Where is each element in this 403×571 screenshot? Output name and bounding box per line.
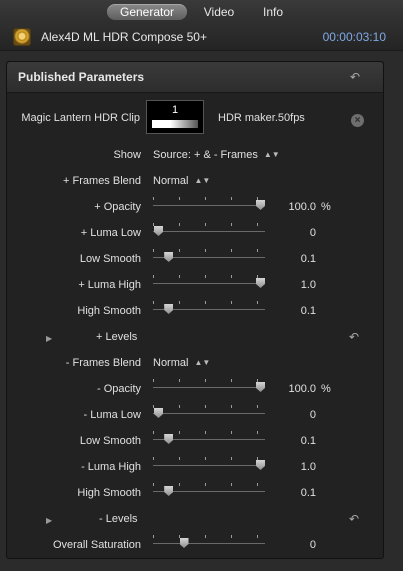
minus-opacity-unit: % <box>321 383 331 395</box>
tab-generator[interactable]: Generator <box>107 4 187 20</box>
clip-name: HDR maker.50fps <box>218 112 305 124</box>
minus-high-smooth-label: High Smooth <box>77 487 141 499</box>
reset-icon[interactable]: ↶ <box>350 71 362 83</box>
plus-luma-low-value[interactable]: 0 <box>266 227 316 239</box>
tab-info[interactable]: Info <box>253 4 293 20</box>
show-popup-value: Source: + & - Frames <box>153 149 258 161</box>
minus-high-smooth-slider[interactable] <box>153 483 265 496</box>
minus-frames-blend-value: Normal <box>153 357 189 369</box>
plus-luma-low-label: + Luma Low <box>80 227 141 239</box>
minus-opacity-value[interactable]: 100.0 <box>266 383 316 395</box>
inspector-header: Alex4D ML HDR Compose 50+ 00:00:03:10 <box>0 24 403 51</box>
slider-knob[interactable] <box>256 460 265 470</box>
popup-arrows-icon: ▲▼ <box>194 176 211 185</box>
plus-luma-high-slider[interactable] <box>153 275 265 288</box>
reset-icon[interactable]: ↶ <box>349 331 361 343</box>
plus-high-smooth-label: High Smooth <box>77 305 141 317</box>
minus-luma-low-slider[interactable] <box>153 405 265 418</box>
minus-luma-high-label: - Luma High <box>81 461 141 473</box>
slider-knob[interactable] <box>164 304 174 314</box>
plus-high-smooth-slider[interactable] <box>153 301 265 314</box>
plus-levels-group[interactable]: + Levels <box>96 331 137 343</box>
popup-arrows-icon: ▲▼ <box>263 150 280 159</box>
slider-knob[interactable] <box>154 408 163 418</box>
plus-opacity-value[interactable]: 100.0 <box>266 201 316 213</box>
minus-levels-group[interactable]: - Levels <box>99 513 138 525</box>
generator-icon <box>13 28 31 46</box>
show-label: Show <box>113 149 141 161</box>
timecode: 00:00:03:10 <box>322 30 386 44</box>
plus-frames-blend-label: + Frames Blend <box>63 175 141 187</box>
slider-knob[interactable] <box>179 538 189 548</box>
disclosure-triangle-icon[interactable]: ▶ <box>46 334 52 343</box>
show-popup[interactable]: Source: + & - Frames ▲▼ <box>153 149 280 161</box>
overall-saturation-slider[interactable] <box>153 535 265 548</box>
minus-frames-blend-label: - Frames Blend <box>65 357 141 369</box>
plus-opacity-unit: % <box>321 201 331 213</box>
minus-frames-blend-popup[interactable]: Normal ▲▼ <box>153 357 210 369</box>
minus-opacity-label: - Opacity <box>96 383 141 395</box>
plus-opacity-slider[interactable] <box>153 197 265 210</box>
plus-frames-blend-popup[interactable]: Normal ▲▼ <box>153 175 210 187</box>
panel-title: Published Parameters <box>18 70 145 84</box>
plus-low-smooth-value[interactable]: 0.1 <box>266 253 316 265</box>
inspector-tab-bar: Generator Video Info <box>0 0 403 24</box>
plus-luma-high-label: + Luma High <box>78 279 141 291</box>
slider-knob[interactable] <box>164 486 174 496</box>
slider-knob[interactable] <box>154 226 163 236</box>
minus-low-smooth-slider[interactable] <box>153 431 265 444</box>
minus-luma-low-value[interactable]: 0 <box>266 409 316 421</box>
slider-knob[interactable] <box>256 278 265 288</box>
minus-low-smooth-value[interactable]: 0.1 <box>266 435 316 447</box>
popup-arrows-icon: ▲▼ <box>194 358 211 367</box>
reset-icon[interactable]: ↶ <box>349 513 361 525</box>
minus-high-smooth-value[interactable]: 0.1 <box>266 487 316 499</box>
plus-high-smooth-value[interactable]: 0.1 <box>266 305 316 317</box>
clip-thumbnail <box>152 120 198 128</box>
minus-luma-low-label: - Luma Low <box>83 409 141 421</box>
plus-luma-low-slider[interactable] <box>153 223 265 236</box>
plus-frames-blend-value: Normal <box>153 175 189 187</box>
slider-knob[interactable] <box>256 382 265 392</box>
clear-icon[interactable]: × <box>351 114 364 127</box>
minus-opacity-slider[interactable] <box>153 379 265 392</box>
clip-label: Magic Lantern HDR Clip <box>21 112 140 124</box>
slider-knob[interactable] <box>164 434 174 444</box>
plus-low-smooth-slider[interactable] <box>153 249 265 262</box>
panel-header: Published Parameters ↶ <box>7 62 383 93</box>
generator-title: Alex4D ML HDR Compose 50+ <box>41 30 207 44</box>
minus-luma-high-value[interactable]: 1.0 <box>266 461 316 473</box>
tab-video[interactable]: Video <box>196 4 242 20</box>
plus-opacity-label: + Opacity <box>94 201 141 213</box>
overall-saturation-label: Overall Saturation <box>52 539 141 551</box>
plus-luma-high-value[interactable]: 1.0 <box>266 279 316 291</box>
minus-low-smooth-label: Low Smooth <box>79 435 141 447</box>
clip-well[interactable]: 1 <box>146 100 204 134</box>
plus-low-smooth-label: Low Smooth <box>79 253 141 265</box>
minus-luma-high-slider[interactable] <box>153 457 265 470</box>
clip-well-number: 1 <box>171 104 179 116</box>
disclosure-triangle-icon[interactable]: ▶ <box>46 516 52 525</box>
overall-saturation-value[interactable]: 0 <box>266 539 316 551</box>
slider-knob[interactable] <box>256 200 265 210</box>
slider-knob[interactable] <box>164 252 174 262</box>
